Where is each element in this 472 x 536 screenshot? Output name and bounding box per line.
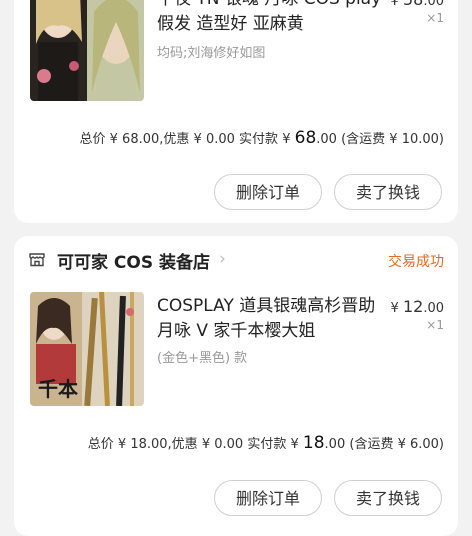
total-label: 总价 [87,437,114,452]
total-value: ¥ 18.00 [117,437,168,452]
product-title[interactable]: COSPLAY 道具银魂高杉晋助 月咏 V 家千本樱大姐 [157,294,397,344]
paid-integer: 18 [302,433,325,453]
product-title-line: 月咏 V 家千本樱大姐 [157,321,316,341]
quantity: ×1 [426,11,444,25]
delete-order-button[interactable]: 删除订单 [214,480,322,516]
total-label: 总价 [79,132,106,147]
order-status: 交易成功 [388,254,444,270]
store-icon [28,250,46,272]
chevron-right-icon: › [219,249,226,269]
shipping-note: (含运费 ¥ 6.00) [349,437,444,452]
paid-integer: 68 [294,128,317,148]
paid-label: 实付款 [239,132,279,147]
order-summary: 总价 ¥ 18.00,优惠 ¥ 0.00 实付款 ¥ 18.00 (含运费 ¥ … [88,433,444,453]
product-spec: 均码;刘海修好如图 [157,46,266,61]
order-card: 千夜 TN 银魂 月咏 COS play 假发 造型好 亚麻黄 ¥ 58.00 … [14,0,458,223]
resell-button[interactable]: 卖了换钱 [334,174,442,210]
product-title[interactable]: 千夜 TN 银魂 月咏 COS play 假发 造型好 亚麻黄 [157,0,387,37]
order-card: 可可家 COS 装备店 › 交易成功 千本 COSPLAY 道具银魂高杉晋助 月… [14,236,458,536]
product-spec: (金色+黑色) 款 [157,351,248,366]
store-header[interactable]: 可可家 COS 装备店 › 交易成功 [14,236,458,286]
unit-price: ¥ 58.00 [391,0,444,9]
quantity: ×1 [426,318,444,332]
paid-decimal: .00 [316,132,337,147]
total-value: ¥ 68.00 [109,132,160,147]
price-integer: 12 [402,297,424,316]
resell-button[interactable]: 卖了换钱 [334,480,442,516]
order-summary: 总价 ¥ 68.00,优惠 ¥ 0.00 实付款 ¥ 68.00 (含运费 ¥ … [79,128,444,148]
price-symbol: ¥ [390,0,399,9]
price-symbol: ¥ [390,301,399,316]
discount-value: ¥ 0.00 [201,437,244,452]
paid-symbol: ¥ [282,132,291,147]
product-thumbnail[interactable]: 千本 [30,292,144,406]
discount-label: ,优惠 [167,437,198,452]
paid-decimal: .00 [324,437,346,452]
product-title-line: 假发 造型好 亚麻黄 [157,14,304,34]
unit-price: ¥ 12.00 [391,297,444,316]
paid-label: 实付款 [247,437,287,452]
paid-symbol: ¥ [290,437,299,452]
price-decimal: .00 [423,0,444,9]
price-integer: 58 [403,0,423,9]
shipping-note: (含运费 ¥ 10.00) [341,132,444,147]
product-thumbnail[interactable] [30,0,144,101]
delete-order-button[interactable]: 删除订单 [214,174,322,210]
svg-text:千本: 千本 [38,377,78,401]
product-title-line: COSPLAY 道具银魂高杉晋助 [157,296,376,316]
price-decimal: .00 [423,301,444,316]
product-title-line: 千夜 TN 银魂 月咏 COS play [157,0,387,12]
discount-label: ,优惠 [159,132,190,147]
discount-value: ¥ 0.00 [193,132,235,147]
store-name[interactable]: 可可家 COS 装备店 [57,248,210,273]
